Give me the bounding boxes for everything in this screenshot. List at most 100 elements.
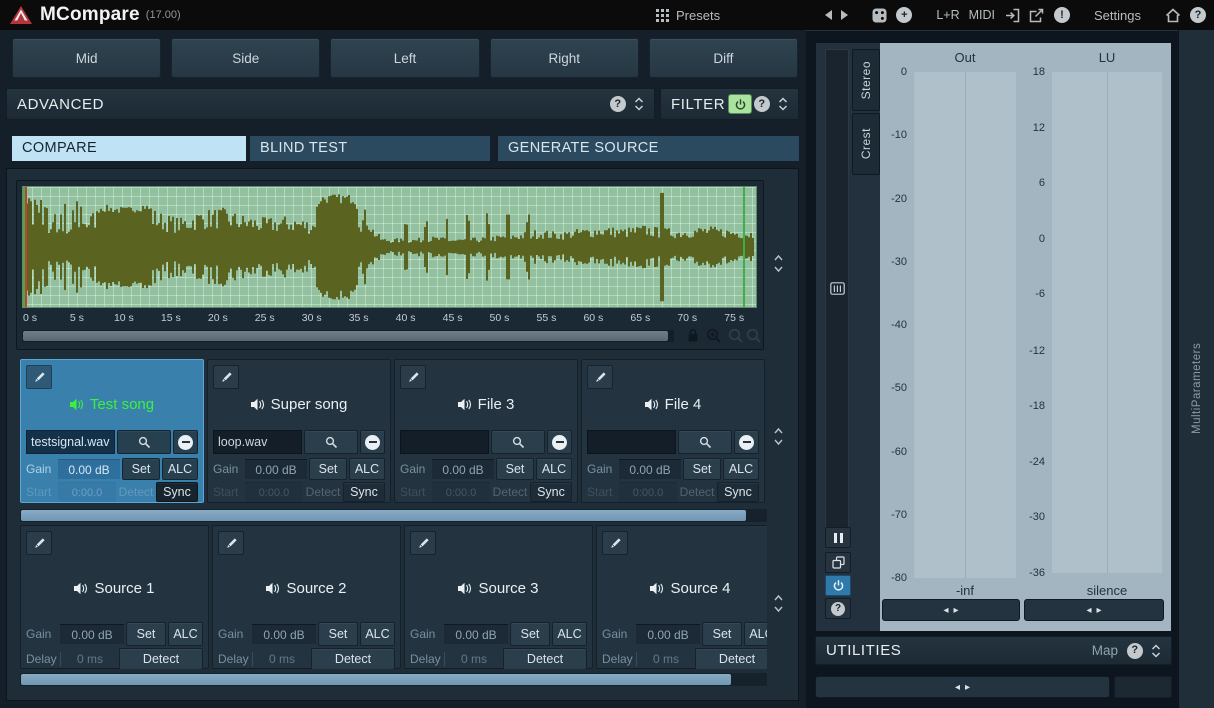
detect-button[interactable]: Detect [119, 648, 203, 669]
waveform-scrollbar[interactable] [22, 330, 674, 342]
meter-power-button[interactable] [825, 575, 851, 596]
sync-button[interactable]: Sync [717, 482, 759, 502]
filter-collapse-control[interactable] [778, 96, 788, 112]
channel-button-diff[interactable]: Diff [648, 38, 799, 78]
randomize-dice-button[interactable] [872, 8, 887, 23]
slot-edit-button[interactable] [218, 531, 244, 555]
filter-power-button[interactable] [728, 94, 752, 114]
waveform-size-spinner[interactable] [770, 254, 786, 273]
advanced-collapse-control[interactable] [634, 96, 644, 112]
gain-value[interactable]: 0.00 dB [432, 459, 494, 479]
delay-value[interactable]: 0 ms [63, 649, 117, 669]
remove-button[interactable] [547, 430, 572, 454]
set-button[interactable]: Set [496, 458, 534, 480]
alc-button[interactable]: ALC [723, 458, 759, 480]
meter-side-track[interactable] [825, 49, 849, 528]
browse-button[interactable] [304, 430, 358, 454]
remove-button[interactable] [734, 430, 759, 454]
gain-value[interactable]: 0.00 dB [60, 624, 124, 644]
pause-button[interactable] [825, 527, 851, 548]
slot-title[interactable]: Test song [21, 396, 203, 413]
source-slots-spinner[interactable] [770, 594, 786, 613]
map-label[interactable]: Map [1092, 643, 1118, 658]
slot-edit-button[interactable] [26, 531, 52, 555]
filename-field[interactable] [587, 430, 676, 454]
slot-title[interactable]: Source 2 [213, 580, 400, 597]
slot-edit-button[interactable] [587, 365, 613, 389]
alc-button[interactable]: ALC [162, 458, 198, 480]
source-slot[interactable]: Source 1 Gain 0.00 dB Set ALC Delay 0 ms… [20, 525, 209, 669]
waveform-display[interactable] [22, 186, 757, 308]
loop-end-marker[interactable] [743, 187, 745, 307]
filename-field[interactable]: loop.wav [213, 430, 302, 454]
gain-value[interactable]: 0.00 dB [245, 459, 307, 479]
export-settings-icon[interactable] [1029, 8, 1045, 23]
filter-help-button[interactable]: ? [754, 96, 770, 112]
gain-value[interactable]: 0.00 dB [252, 624, 316, 644]
gain-value[interactable]: 0.00 dB [619, 459, 681, 479]
slot-edit-button[interactable] [602, 531, 628, 555]
alc-button[interactable]: ALC [360, 622, 395, 646]
source-slots-scrollbar[interactable] [20, 673, 767, 686]
channel-mode-label[interactable]: L+R [936, 8, 959, 22]
sync-button[interactable]: Sync [530, 482, 572, 502]
detach-window-button[interactable] [825, 552, 851, 573]
multiparameters-strip[interactable]: MultiParameters [1178, 30, 1214, 708]
slot-title[interactable]: Source 1 [21, 580, 208, 597]
alert-button[interactable]: ! [1054, 7, 1071, 23]
alc-button[interactable]: ALC [168, 622, 203, 646]
set-button[interactable]: Set [126, 622, 166, 646]
channel-button-right[interactable]: Right [489, 38, 639, 78]
remove-button[interactable] [173, 430, 198, 454]
detect-button[interactable]: Detect [311, 648, 395, 669]
browse-button[interactable] [491, 430, 545, 454]
detect-button[interactable]: Detect [695, 648, 767, 669]
slot-edit-button[interactable] [400, 365, 426, 389]
delay-value[interactable]: 0 ms [639, 649, 693, 669]
tab-compare[interactable]: COMPARE [12, 136, 246, 161]
slot-title[interactable]: Super song [208, 396, 390, 413]
waveform-scrollbar-thumb[interactable] [23, 331, 669, 341]
utilities-panel-header[interactable]: UTILITIES Map ? [815, 636, 1172, 665]
delay-value[interactable]: 0 ms [255, 649, 309, 669]
add-preset-button[interactable]: + [896, 7, 913, 23]
source-slot[interactable]: Source 4 Gain 0.00 dB Set ALC Delay 0 ms… [596, 525, 767, 669]
set-button[interactable]: Set [510, 622, 550, 646]
set-button[interactable]: Set [702, 622, 742, 646]
delay-value[interactable]: 0 ms [447, 649, 501, 669]
file-slots-scrollbar-thumb[interactable] [21, 510, 746, 521]
set-button[interactable]: Set [122, 458, 160, 480]
file-slots-spinner[interactable] [770, 427, 786, 446]
file-slot[interactable]: File 3 Gain 0.00 dB Set ALC Start 0:00.0… [394, 359, 578, 503]
gain-value[interactable]: 0.00 dB [444, 624, 508, 644]
gain-value[interactable]: 0.00 dB [58, 459, 120, 479]
tab-blind-test[interactable]: BLIND TEST [250, 136, 490, 161]
previous-preset-button[interactable] [825, 10, 833, 20]
import-settings-icon[interactable] [1004, 8, 1020, 23]
utilities-help-button[interactable]: ? [1127, 642, 1143, 659]
home-button[interactable] [1165, 7, 1181, 23]
sync-button[interactable]: Sync [156, 482, 198, 502]
detect-button[interactable]: Detect [503, 648, 587, 669]
filter-panel-header[interactable]: FILTER ? [660, 88, 799, 120]
file-slot[interactable]: Super song loop.wav Gain 0.00 dB Set ALC [207, 359, 391, 503]
browse-button[interactable] [117, 430, 171, 454]
set-button[interactable]: Set [318, 622, 358, 646]
lock-zoom-button[interactable] [686, 328, 700, 343]
slot-edit-button[interactable] [410, 531, 436, 555]
bottom-range-handle[interactable]: ◂▸ [815, 676, 1110, 698]
lu-meter-range-handle[interactable]: ◂▸ [1024, 599, 1164, 621]
slot-edit-button[interactable] [213, 365, 239, 389]
out-meter-range-handle[interactable]: ◂▸ [882, 599, 1020, 621]
midi-label[interactable]: MIDI [969, 8, 995, 22]
meter-help-button[interactable]: ? [825, 598, 851, 619]
gain-value[interactable]: 0.00 dB [636, 624, 700, 644]
advanced-help-button[interactable]: ? [610, 96, 626, 112]
tab-generate-source[interactable]: GENERATE SOURCE [498, 136, 799, 161]
zoom-out-button[interactable] [728, 328, 744, 344]
slot-title[interactable]: File 4 [582, 396, 764, 413]
browse-button[interactable] [678, 430, 732, 454]
alc-button[interactable]: ALC [349, 458, 385, 480]
advanced-panel-header[interactable]: ADVANCED ? [6, 88, 655, 120]
sync-button[interactable]: Sync [343, 482, 385, 502]
